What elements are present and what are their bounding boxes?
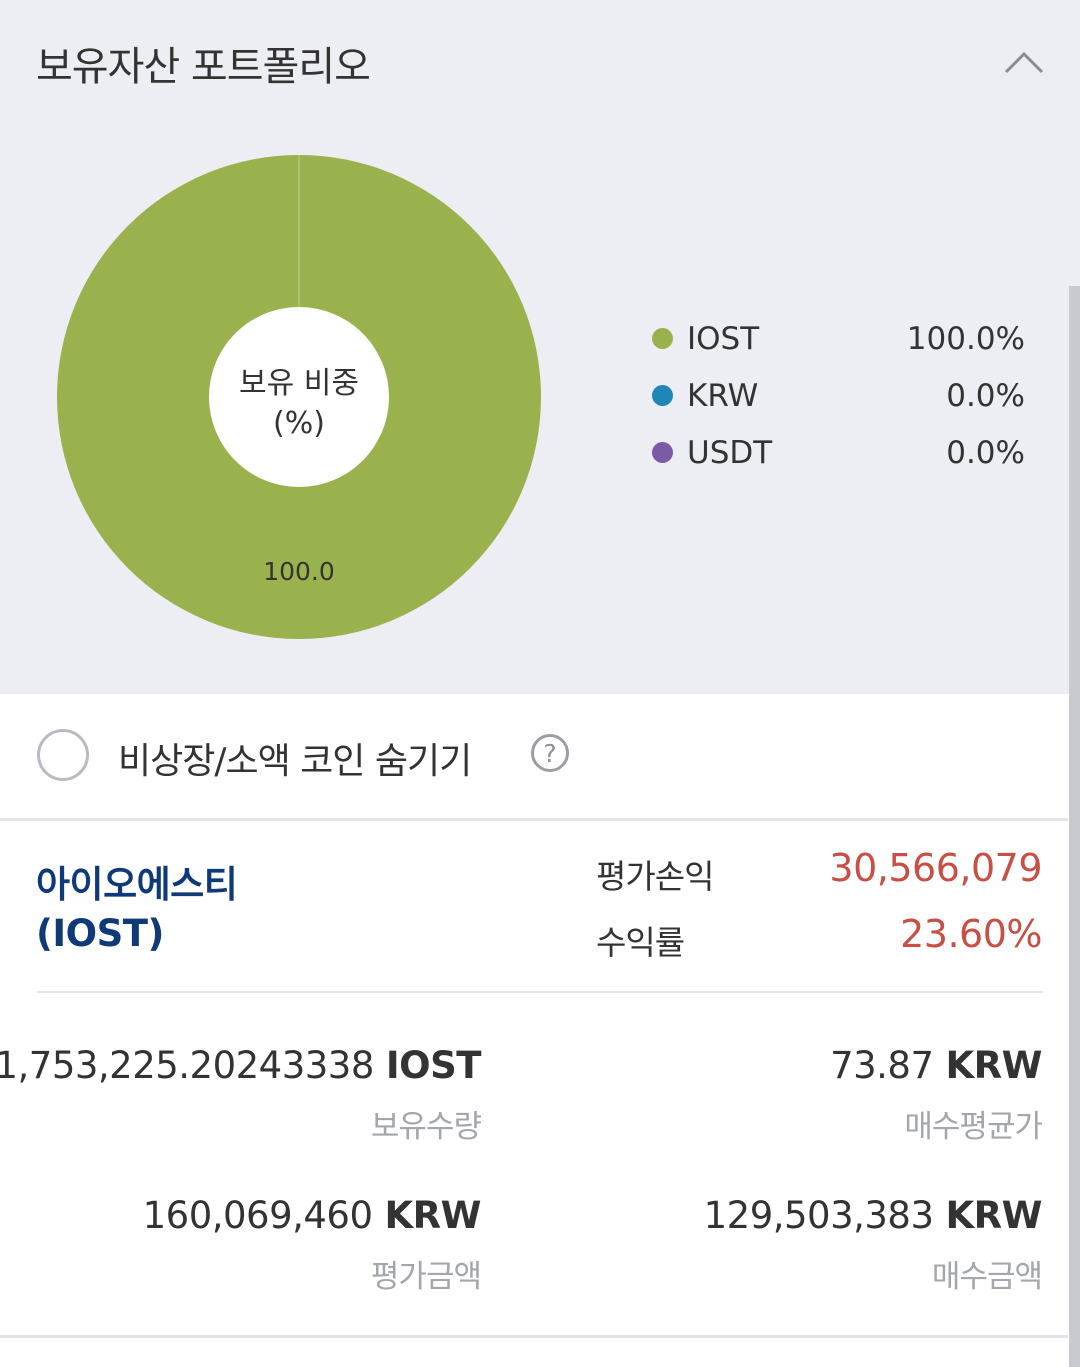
eval-amount-value: 160,069,460 [142,1194,373,1237]
legend-percent: 0.0% [946,434,1025,471]
avg-price-value: 73.87 [830,1044,934,1087]
coin-ticker: (IOST) [36,912,164,955]
eval-profit-label: 평가손익 [596,857,714,896]
legend-name: IOST [687,320,760,357]
legend-dot-usdt [652,442,673,463]
portfolio-title: 보유자산 포트폴리오 [36,44,371,90]
bottom-divider [0,1335,1068,1338]
eval-amount-unit: KRW [384,1194,482,1237]
slice-data-label-iost: 100.0 [263,557,335,586]
eval-profit-value: 30,566,079 [829,846,1042,890]
legend-name: KRW [687,377,759,414]
avg-price-label: 매수평균가 [904,1109,1043,1145]
buy-amount-stat: 129,503,383 KRW 매수금액 [703,1194,1043,1296]
avg-price-stat: 73.87 KRW 매수평균가 [830,1044,1043,1146]
buy-amount-unit: KRW [945,1194,1043,1237]
legend-dot-iost [652,328,673,349]
eval-amount-stat: 160,069,460 KRW 평가금액 [142,1194,482,1296]
center-label-unit: (%) [273,406,325,441]
holding-ratio-donut-chart: 보유 비중 (%) 100.0 [57,155,541,639]
question-circle-icon[interactable]: ? [531,734,569,772]
legend-name: USDT [687,434,773,471]
chart-legend: IOST 100.0% KRW 0.0% USDT 0.0% [650,310,1025,481]
holdings-stat: 1,753,225.20243338 IOST 보유수량 [0,1044,482,1146]
hide-small-coins-label: 비상장/소액 코인 숨기기 [118,741,472,782]
coin-korean-name: 아이오에스티 [36,863,238,906]
eval-amount-value-row: 160,069,460 KRW [142,1194,482,1237]
legend-percent: 0.0% [946,377,1025,414]
legend-item-iost: IOST 100.0% [650,310,1025,367]
holdings-unit: IOST [385,1044,482,1087]
chevron-up-icon [1004,51,1044,74]
legend-item-krw: KRW 0.0% [650,367,1025,424]
return-rate-value: 23.60% [900,912,1042,956]
divider [37,991,1043,993]
buy-amount-value-row: 129,503,383 KRW [703,1194,1043,1237]
eval-amount-label: 평가금액 [370,1259,482,1295]
scrollbar[interactable] [1069,286,1080,1367]
center-label-title: 보유 비중 [239,366,359,401]
coin-name: 아이오에스티 (IOST) [36,860,238,958]
legend-item-usdt: USDT 0.0% [650,424,1025,481]
buy-amount-label: 매수금액 [931,1259,1043,1295]
holdings-value: 1,753,225.20243338 [0,1044,374,1087]
hide-small-coins-row: 비상장/소액 코인 숨기기 ? [0,694,1068,821]
holdings-value-row: 1,753,225.20243338 IOST [0,1044,482,1087]
collapse-button[interactable] [996,40,1052,80]
holdings-label: 보유수량 [370,1109,482,1145]
legend-percent: 100.0% [906,320,1025,357]
asset-card-iost[interactable]: 아이오에스티 (IOST) 평가손익 30,566,079 수익률 23.60%… [0,820,1068,1340]
avg-price-value-row: 73.87 KRW [830,1044,1042,1087]
hide-small-coins-radio[interactable] [37,729,89,781]
portfolio-section: 보유자산 포트폴리오 보유 비중 (%) 100.0 IOST 100.0% KRW… [0,0,1080,694]
avg-price-unit: KRW [945,1044,1043,1087]
buy-amount-value: 129,503,383 [703,1194,934,1237]
legend-dot-krw [652,385,673,406]
return-rate-label: 수익률 [596,923,685,962]
